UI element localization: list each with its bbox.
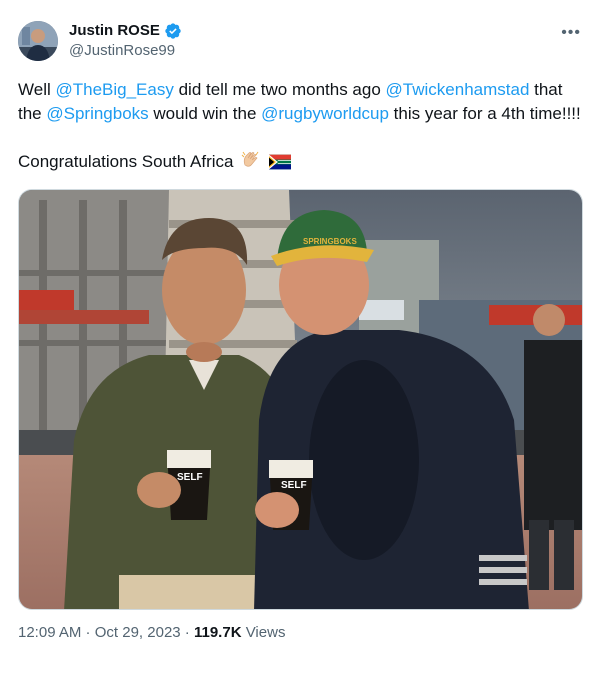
tweet-date[interactable]: Oct 29, 2023	[95, 624, 181, 641]
mention-link[interactable]: @TheBig_Easy	[55, 80, 173, 99]
tweet-paragraph-1: Well @TheBig_Easy did tell me two months…	[18, 78, 583, 126]
tweet-text: Well @TheBig_Easy did tell me two months…	[18, 78, 583, 177]
name-row: Justin ROSE	[69, 21, 182, 41]
tweet-time[interactable]: 12:09 AM	[18, 624, 81, 641]
clapping-hands-icon	[240, 150, 262, 177]
display-name[interactable]: Justin ROSE	[69, 21, 160, 41]
text-segment: Well	[18, 80, 56, 99]
cup-text-left: SELF	[177, 472, 203, 483]
tweet-card[interactable]: Justin ROSE @JustinRose99 ••• Well @TheB…	[0, 0, 601, 684]
tweet-photo[interactable]: SPRINGBOKS SELF SELF	[18, 189, 583, 610]
meta-separator: ·	[81, 624, 95, 641]
mention-link[interactable]: @rugbyworldcup	[261, 104, 389, 123]
views-count[interactable]: 119.7K	[194, 624, 242, 641]
author-names: Justin ROSE @JustinRose99	[69, 21, 182, 61]
text-segment: this year for a 4th time!!!!	[388, 104, 581, 123]
mention-link[interactable]: @Twickenhamstad	[386, 80, 530, 99]
text-segment: Congratulations South Africa	[18, 152, 234, 171]
tweet-header: Justin ROSE @JustinRose99	[18, 20, 583, 62]
verified-badge-icon[interactable]	[164, 22, 182, 40]
mention-link[interactable]: @Springboks	[46, 104, 148, 123]
tweet-paragraph-2: Congratulations South Africa	[18, 150, 583, 177]
more-options-icon[interactable]: •••	[561, 24, 581, 42]
views-label: Views	[241, 624, 286, 641]
south-africa-flag-icon	[268, 153, 291, 177]
author-handle[interactable]: @JustinRose99	[69, 41, 182, 61]
meta-separator: ·	[180, 624, 194, 641]
avatar[interactable]	[18, 21, 58, 61]
text-segment: did tell me two months ago	[173, 80, 386, 99]
cup-text-right: SELF	[281, 480, 307, 491]
text-segment: would win the	[148, 104, 262, 123]
cap-text: SPRINGBOKS	[303, 237, 357, 246]
tweet-meta: 12:09 AM · Oct 29, 2023 · 119.7K Views	[18, 623, 583, 643]
